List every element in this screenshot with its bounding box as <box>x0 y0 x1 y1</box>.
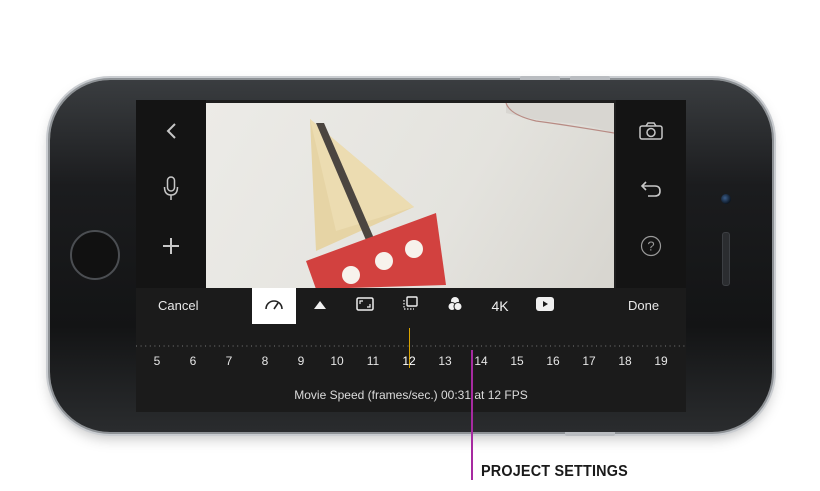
ruler-label: 7 <box>225 354 233 368</box>
ruler-label: 10 <box>330 354 344 368</box>
plus-icon[interactable] <box>158 233 184 259</box>
cancel-button[interactable]: Cancel <box>158 298 198 313</box>
aspect-ratio-tab[interactable] <box>343 288 387 324</box>
ruler-label: 6 <box>189 354 197 368</box>
ruler-label: 13 <box>438 354 452 368</box>
project-settings-toolbar: Cancel 4K Done <box>136 288 686 324</box>
layers-tab[interactable] <box>388 288 432 324</box>
ruler-ticks <box>136 345 686 347</box>
ruler-label: 14 <box>474 354 488 368</box>
fps-ruler-slider[interactable]: 5 6 7 8 9 10 11 12 13 14 15 16 17 18 19 <box>136 324 686 384</box>
app-screen: ? Cancel 4K Done 5 6 7 8 9 10 11 12 13 1… <box>136 100 686 412</box>
microphone-icon[interactable] <box>158 175 184 203</box>
volume-button <box>570 76 610 80</box>
resolution-tab[interactable]: 4K <box>478 288 522 324</box>
ruler-label: 11 <box>366 354 380 368</box>
layers-icon <box>402 295 418 317</box>
ruler-label: 18 <box>618 354 632 368</box>
speedometer-icon <box>264 297 284 316</box>
callout-label: PROJECT SETTINGS <box>481 463 628 480</box>
left-toolbar <box>136 100 206 288</box>
svg-text:?: ? <box>647 239 654 254</box>
triangle-up-icon <box>313 297 327 315</box>
speed-tab[interactable] <box>252 288 296 324</box>
callout-line <box>471 350 473 480</box>
preview-tab[interactable] <box>523 288 567 324</box>
play-icon <box>536 296 554 316</box>
ruler-label: 15 <box>510 354 524 368</box>
color-filter-tab[interactable] <box>433 288 477 324</box>
ruler-label: 5 <box>153 354 161 368</box>
earpiece-speaker <box>722 232 730 286</box>
movie-speed-status: Movie Speed (frames/sec.) 00:31 at 12 FP… <box>136 384 686 412</box>
camera-icon[interactable] <box>638 118 664 144</box>
undo-icon[interactable] <box>638 175 664 201</box>
boat-drawing-image <box>306 103 614 288</box>
ruler-label: 9 <box>297 354 305 368</box>
help-icon[interactable]: ? <box>638 233 664 259</box>
ruler-label: 19 <box>654 354 668 368</box>
done-button[interactable]: Done <box>628 298 659 313</box>
volume-button <box>520 76 560 80</box>
ruler-label-selected: 12 <box>402 354 416 368</box>
color-filter-icon <box>447 296 463 317</box>
right-toolbar: ? <box>616 100 686 288</box>
back-chevron-icon[interactable] <box>158 118 184 144</box>
home-button[interactable] <box>70 230 120 280</box>
front-camera <box>721 194 731 204</box>
triangle-tab[interactable] <box>298 288 342 324</box>
aspect-ratio-icon <box>356 296 374 316</box>
video-preview[interactable] <box>206 103 614 288</box>
ruler-label: 16 <box>546 354 560 368</box>
ruler-label: 8 <box>261 354 269 368</box>
power-button <box>565 432 615 436</box>
ruler-label: 17 <box>582 354 596 368</box>
